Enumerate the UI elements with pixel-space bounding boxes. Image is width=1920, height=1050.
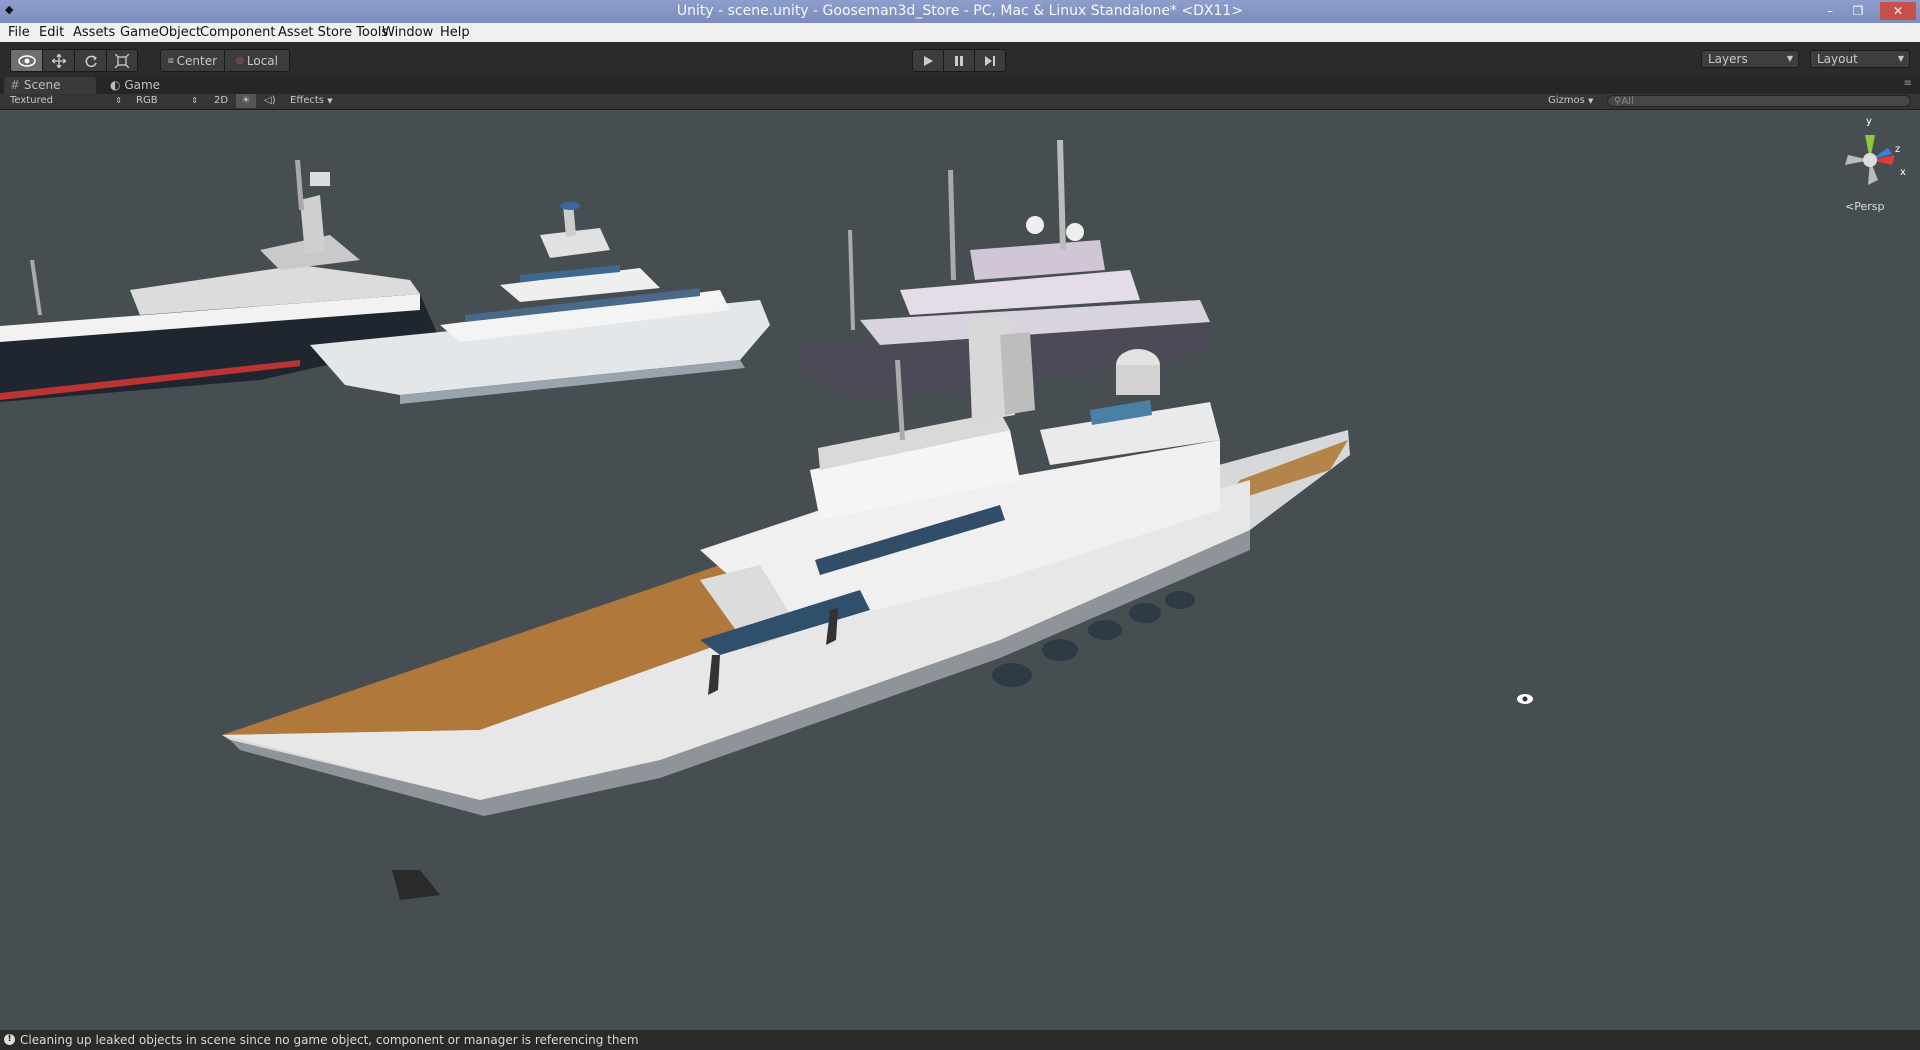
pivot-local-button[interactable]: ◎ Local [225, 50, 289, 71]
pivot-center-label: Center [176, 53, 218, 68]
move-tool-button[interactable] [43, 50, 75, 71]
yacht-main[interactable] [222, 315, 1350, 900]
pivot-center-button[interactable]: ⧈ Center [161, 50, 225, 71]
scene-options-bar: Textured ⇕ RGB ⇕ 2D ☀ ◁) Effects ▼ Gizmo… [0, 94, 1920, 110]
menu-component[interactable]: Component [200, 25, 275, 40]
updown-arrow-icon: ⇕ [191, 96, 198, 105]
audio-toggle[interactable]: ◁) [264, 94, 276, 108]
menu-edit[interactable]: Edit [39, 25, 64, 40]
menu-help[interactable]: Help [440, 25, 470, 40]
layers-label: Layers [1708, 52, 1748, 66]
lighting-toggle[interactable]: ☀ [236, 94, 256, 108]
window-title: Unity - scene.unity - Gooseman3d_Store -… [676, 3, 1244, 19]
status-bar[interactable]: ! Cleaning up leaked objects in scene si… [0, 1030, 1920, 1050]
playback-controls [912, 49, 1006, 72]
hash-icon: # [10, 78, 21, 92]
sun-icon: ☀ [241, 95, 251, 106]
effects-dropdown[interactable]: Effects ▼ [290, 94, 333, 108]
scale-tool-button[interactable] [107, 50, 137, 71]
menu-window[interactable]: Window [382, 25, 433, 40]
gizmo-z-label: z [1895, 144, 1901, 155]
tab-scene[interactable]: # Scene [4, 77, 96, 94]
gizmos-label: Gizmos [1548, 95, 1585, 106]
menu-assets[interactable]: Assets [73, 25, 115, 40]
layout-label: Layout [1817, 52, 1858, 66]
color-mode-label: RGB [136, 95, 158, 106]
projection-label: Persp [1854, 200, 1885, 213]
orientation-gizmo[interactable] [1845, 135, 1895, 185]
scene-viewport[interactable]: y z x <Persp [0, 110, 1920, 1029]
tab-game[interactable]: ◐ Game [104, 77, 184, 94]
pivot-local-icon: ◎ [236, 55, 244, 66]
pacman-icon: ◐ [110, 78, 121, 92]
move-icon [51, 53, 66, 68]
toggle-2d-button[interactable]: 2D [214, 94, 228, 108]
panel-menu-icon[interactable]: ≡ [1904, 78, 1912, 89]
menu-asset-store-tools[interactable]: Asset Store Tools [278, 25, 388, 40]
view-tab-bar: # Scene ◐ Game ≡ [0, 77, 1920, 94]
tab-game-label: Game [124, 78, 161, 92]
effects-label: Effects [290, 95, 324, 106]
play-button[interactable] [913, 50, 944, 71]
restore-button[interactable]: ❐ [1845, 2, 1871, 20]
updown-arrow-icon: ⇕ [115, 96, 122, 105]
camera-eye-gizmo[interactable] [1517, 694, 1533, 704]
dropdown-arrow-icon: ▼ [1897, 54, 1904, 63]
render-mode-dropdown[interactable]: Textured ⇕ [10, 94, 122, 108]
dropdown-arrow-icon: ▼ [327, 97, 333, 105]
menu-bar: File Edit Assets GameObject Component As… [0, 23, 1920, 43]
scale-icon [115, 53, 129, 68]
tab-scene-label: Scene [23, 78, 61, 92]
speaker-icon: ◁) [264, 95, 276, 106]
menu-file[interactable]: File [8, 25, 30, 40]
transform-tools [10, 49, 138, 72]
pause-button[interactable] [944, 50, 975, 71]
window-titlebar: ◆ Unity - scene.unity - Gooseman3d_Store… [0, 0, 1920, 23]
render-mode-label: Textured [10, 95, 53, 106]
color-mode-dropdown[interactable]: RGB ⇕ [136, 94, 198, 108]
close-button[interactable]: ✕ [1880, 2, 1916, 20]
pivot-center-icon: ⧈ [167, 55, 174, 66]
search-placeholder: All [1621, 96, 1634, 107]
step-button[interactable] [975, 50, 1005, 71]
rotate-icon [85, 54, 97, 67]
layers-dropdown[interactable]: Layers ▼ [1701, 50, 1799, 68]
minimize-button[interactable]: – [1817, 2, 1843, 20]
dropdown-arrow-icon: ▼ [1786, 54, 1793, 63]
play-icon [924, 55, 933, 66]
scene-search-input[interactable]: ⚲All [1607, 95, 1911, 107]
pivot-controls: ⧈ Center ◎ Local [160, 49, 290, 72]
dropdown-arrow-icon: ▼ [1588, 97, 1594, 105]
gizmos-dropdown[interactable]: Gizmos ▼ [1548, 94, 1593, 108]
info-icon: ! [4, 1034, 15, 1045]
step-icon [985, 55, 995, 66]
rotate-tool-button[interactable] [75, 50, 107, 71]
projection-toggle[interactable]: <Persp [1845, 200, 1884, 213]
perspective-icon: < [1845, 200, 1855, 213]
eye-icon [17, 54, 36, 67]
status-message: Cleaning up leaked objects in scene sinc… [20, 1033, 639, 1047]
menu-gameobject[interactable]: GameObject [120, 25, 201, 40]
pivot-local-label: Local [246, 53, 278, 68]
pause-icon [955, 55, 963, 66]
main-toolbar: ⧈ Center ◎ Local Layers ▼ Layout ▼ [0, 42, 1920, 77]
scene-render[interactable] [0, 110, 1920, 1029]
gizmo-y-label: y [1866, 116, 1872, 127]
gizmo-x-label: x [1900, 167, 1906, 178]
layout-dropdown[interactable]: Layout ▼ [1810, 50, 1910, 68]
view-tool-button[interactable] [11, 50, 43, 71]
